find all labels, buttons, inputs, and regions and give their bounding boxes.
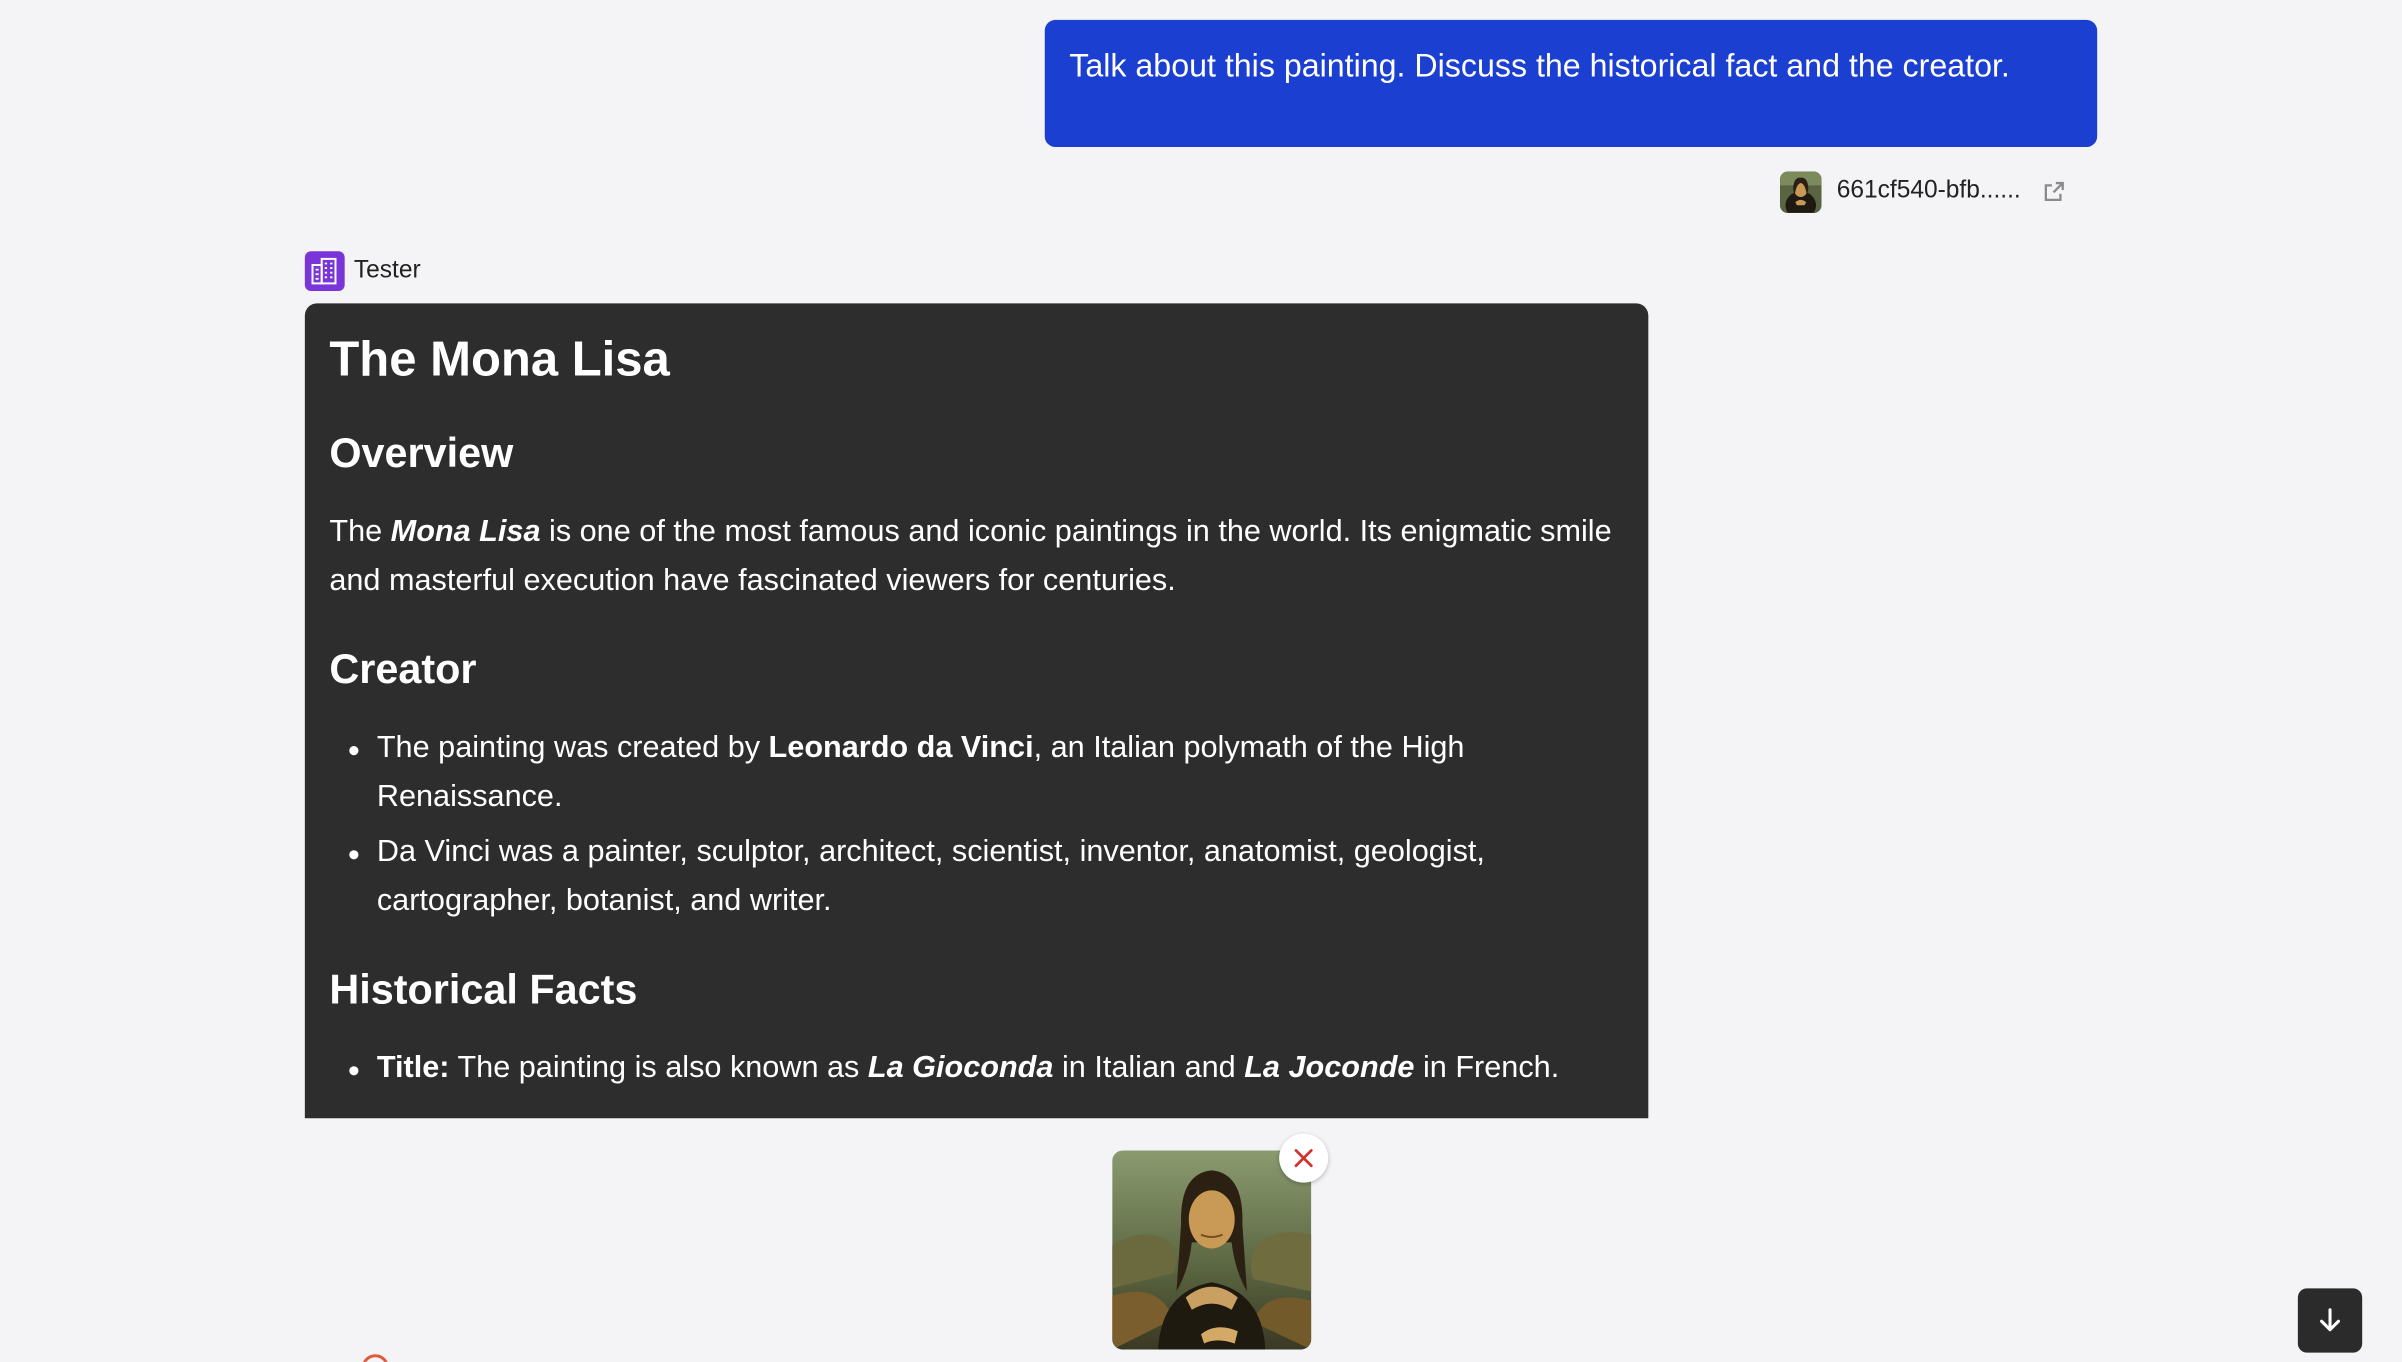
mona-lisa-thumbnail <box>1780 170 1822 213</box>
overview-paragraph: The Mona Lisa is one of the most famous … <box>329 514 1612 597</box>
attachment-name[interactable]: 661cf540-bfb...... <box>1837 178 2021 206</box>
overview-heading: Overview <box>329 430 514 477</box>
building-icon <box>304 251 345 292</box>
arrow-down-icon <box>2320 1308 2340 1332</box>
historical-facts-heading: Historical Facts <box>329 966 638 1013</box>
mona-lisa-preview[interactable] <box>1112 1150 1312 1350</box>
historical-facts-list: Title: The painting is also known as La … <box>329 1045 1623 1093</box>
external-link-icon[interactable] <box>2042 179 2067 204</box>
user-message-text: Talk about this painting. Discuss the hi… <box>1069 49 2010 85</box>
bot-name: Tester <box>353 257 421 284</box>
remove-attachment-button[interactable] <box>1279 1133 1329 1183</box>
user-message: Talk about this painting. Discuss the hi… <box>1044 19 2098 148</box>
creator-list: The painting was created by Leonardo da … <box>329 725 1623 926</box>
reply-title: The Mona Lisa <box>329 330 670 387</box>
attachment-reference[interactable]: 661cf540-bfb...... <box>1780 170 2067 213</box>
status-indicator <box>361 1354 390 1362</box>
creator-heading: Creator <box>329 646 477 693</box>
list-item: Da Vinci was a painter, sculptor, archit… <box>329 829 1623 926</box>
bot-header: Tester <box>304 251 421 292</box>
scroll-to-bottom-button[interactable] <box>2297 1288 2363 1353</box>
close-icon <box>1294 1149 1313 1168</box>
chat-view: Talk about this painting. Discuss the hi… <box>0 0 2402 1362</box>
list-item: The painting was created by Leonardo da … <box>329 725 1623 822</box>
list-item: Title: The painting is also known as La … <box>329 1045 1623 1093</box>
assistant-reply: The Mona Lisa Overview The Mona Lisa is … <box>304 303 1649 1119</box>
